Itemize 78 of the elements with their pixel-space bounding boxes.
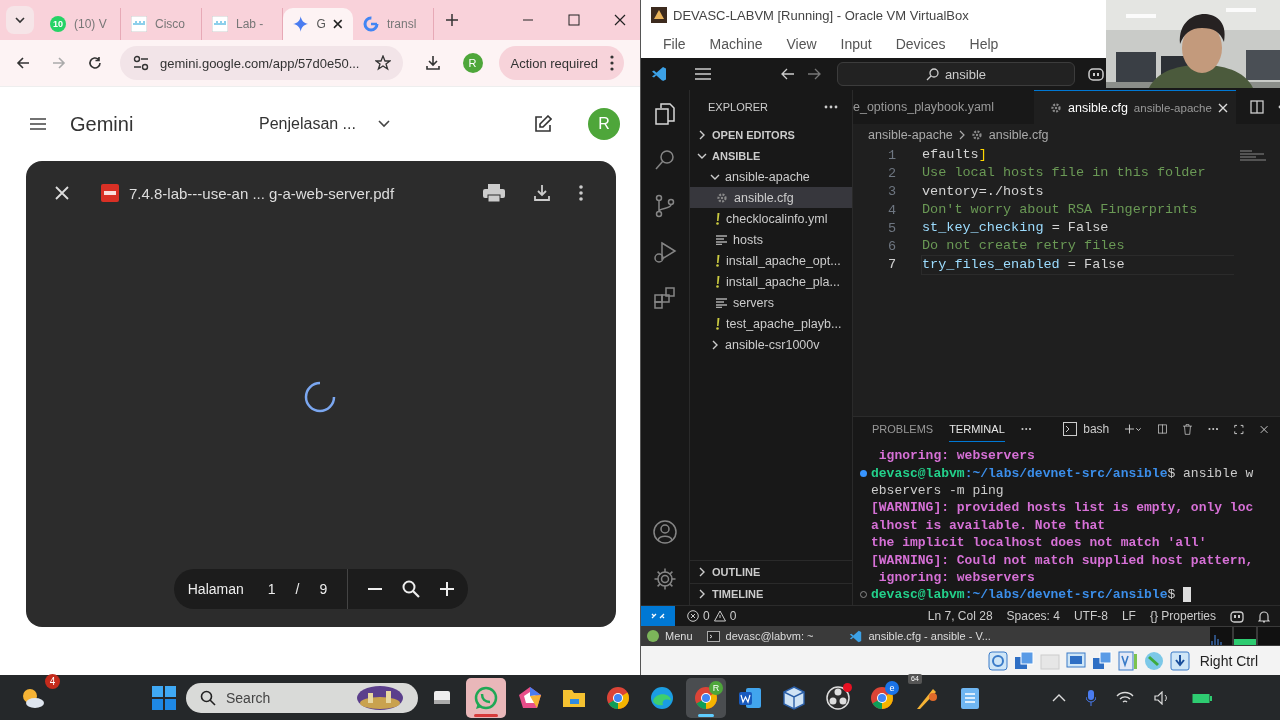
search-bar[interactable]: Search <box>186 682 418 713</box>
section-header[interactable]: OUTLINE <box>690 560 852 583</box>
status-item[interactable]: UTF-8 <box>1073 609 1108 623</box>
tree-item[interactable]: servers <box>690 292 852 313</box>
terminal-selector[interactable]: bash <box>1063 422 1110 436</box>
address-bar[interactable]: gemini.google.com/app/57d0e50... <box>120 46 403 80</box>
line-number: 1 <box>886 147 896 163</box>
panel-tab[interactable]: TERMINAL <box>949 416 1005 442</box>
unread-badge: 10 <box>50 16 66 32</box>
terminal-line: alhost is available. Note that <box>871 517 1106 533</box>
browser-tab[interactable]: G <box>283 8 353 40</box>
search-input[interactable]: Search <box>224 688 348 707</box>
tree-item[interactable]: ansible.cfg <box>690 187 852 208</box>
file-name: 7.4.8-lab---use-an ... g-a-web-server.pdf <box>129 184 395 202</box>
menu-item[interactable]: Machine <box>709 36 763 52</box>
tree-item[interactable]: hosts <box>690 229 852 250</box>
page-separator: / <box>295 581 300 597</box>
action-required-button[interactable]: Action required <box>498 46 624 80</box>
status-item[interactable]: {} Properties <box>1149 609 1216 623</box>
code-line: ventory=./hosts <box>921 182 1045 201</box>
page-number-field[interactable]: 1 <box>267 581 276 597</box>
panel-tab[interactable]: PROBLEMS <box>872 416 934 442</box>
window-title: DEVASC-LABVM [Running] - Oracle VM VirtualBox <box>673 7 969 23</box>
app-badge: e <box>885 680 899 695</box>
section-header[interactable]: ANSIBLE <box>690 145 852 166</box>
code-line: try_files_enabled = False <box>921 254 1234 276</box>
menu-button[interactable]: Menu <box>647 630 693 642</box>
app-badge: R <box>709 680 723 695</box>
tree-item[interactable]: install_apache_opt... <box>690 250 852 271</box>
tree-item[interactable]: ansible-csr1000v <box>690 334 852 355</box>
menu-item[interactable]: Devices <box>895 36 946 52</box>
code-line: Don't worry about RSA Fingerprints <box>921 200 1199 219</box>
sidebar-title: EXPLORER <box>708 101 768 113</box>
terminal-line: [WARNING]: Could not match supplied host pattern, <box>871 552 1254 568</box>
menu-item[interactable]: Input <box>840 36 872 52</box>
page-label: Halaman <box>187 581 244 597</box>
line-number: 2 <box>886 165 896 181</box>
taskbar-window[interactable]: devasc@labvm: ~ <box>706 630 814 642</box>
tab-description: ansible-apache <box>1133 101 1212 114</box>
menu-item[interactable]: Help <box>969 36 999 52</box>
terminal-line: [WARNING]: provided hosts list is empty, only loc <box>871 500 1254 516</box>
url-text[interactable]: gemini.google.com/app/57d0e50... <box>160 55 365 71</box>
line-number: 5 <box>886 220 896 236</box>
tree-item[interactable]: ansible-apache <box>690 166 852 187</box>
terminal-line: ignoring: webservers <box>877 569 1035 585</box>
code-line: st_key_checking = False <box>921 219 1110 238</box>
status-item[interactable]: Spaces: 4 <box>1006 609 1060 623</box>
section-header[interactable]: OPEN EDITORS <box>690 124 852 145</box>
terminal-line: ebservers -m ping <box>871 482 1004 498</box>
status-item[interactable]: LF <box>1121 609 1136 623</box>
code-line: efaults] <box>921 146 988 164</box>
taskbar-window[interactable]: ansible.cfg - ansible - V... <box>849 629 991 643</box>
line-number: 4 <box>886 202 896 218</box>
menu-item[interactable]: View <box>786 36 817 52</box>
breadcrumb-item[interactable]: ansible-apache <box>868 128 953 142</box>
status-item[interactable]: Ln 7, Col 28 <box>927 609 993 623</box>
problems-status[interactable]: 0 0 <box>687 609 737 623</box>
terminal-line: the implicit localhost does not match 'all' <box>871 535 1207 551</box>
command-center[interactable]: ansible <box>837 62 1075 86</box>
editor-tab[interactable]: ansible.cfg ansible-apache <box>1034 89 1236 125</box>
conversation-title[interactable]: Penjelasan ... <box>259 115 356 133</box>
tree-item[interactable]: checklocalinfo.yml <box>690 208 852 229</box>
host-key-label: Right Ctrl <box>1199 652 1258 669</box>
terminal-line: devasc@labvm:~/labs/devnet-src/ansible$ ansible w <box>871 465 1254 481</box>
line-number: 6 <box>886 239 896 255</box>
menu-item[interactable]: File <box>663 36 686 52</box>
app-title: Gemini <box>70 112 135 136</box>
page-count: 9 <box>319 581 328 597</box>
line-number: 7 <box>886 257 896 273</box>
breadcrumb-item[interactable]: ansible.cfg <box>988 128 1049 142</box>
tree-item[interactable]: test_apache_playb... <box>690 313 852 334</box>
editor-tab[interactable]: e_options_playbook.yaml <box>853 90 1005 124</box>
tree-item[interactable]: install_apache_pla... <box>690 271 852 292</box>
code-line: Do not create retry files <box>921 237 1126 256</box>
terminal-line: devasc@labvm:~/labs/devnet-src/ansible$ <box>871 587 1176 603</box>
terminal-line: ignoring: webservers <box>877 448 1035 464</box>
code-line: Use local hosts file in this folder <box>921 164 1207 183</box>
line-number: 3 <box>886 184 896 200</box>
